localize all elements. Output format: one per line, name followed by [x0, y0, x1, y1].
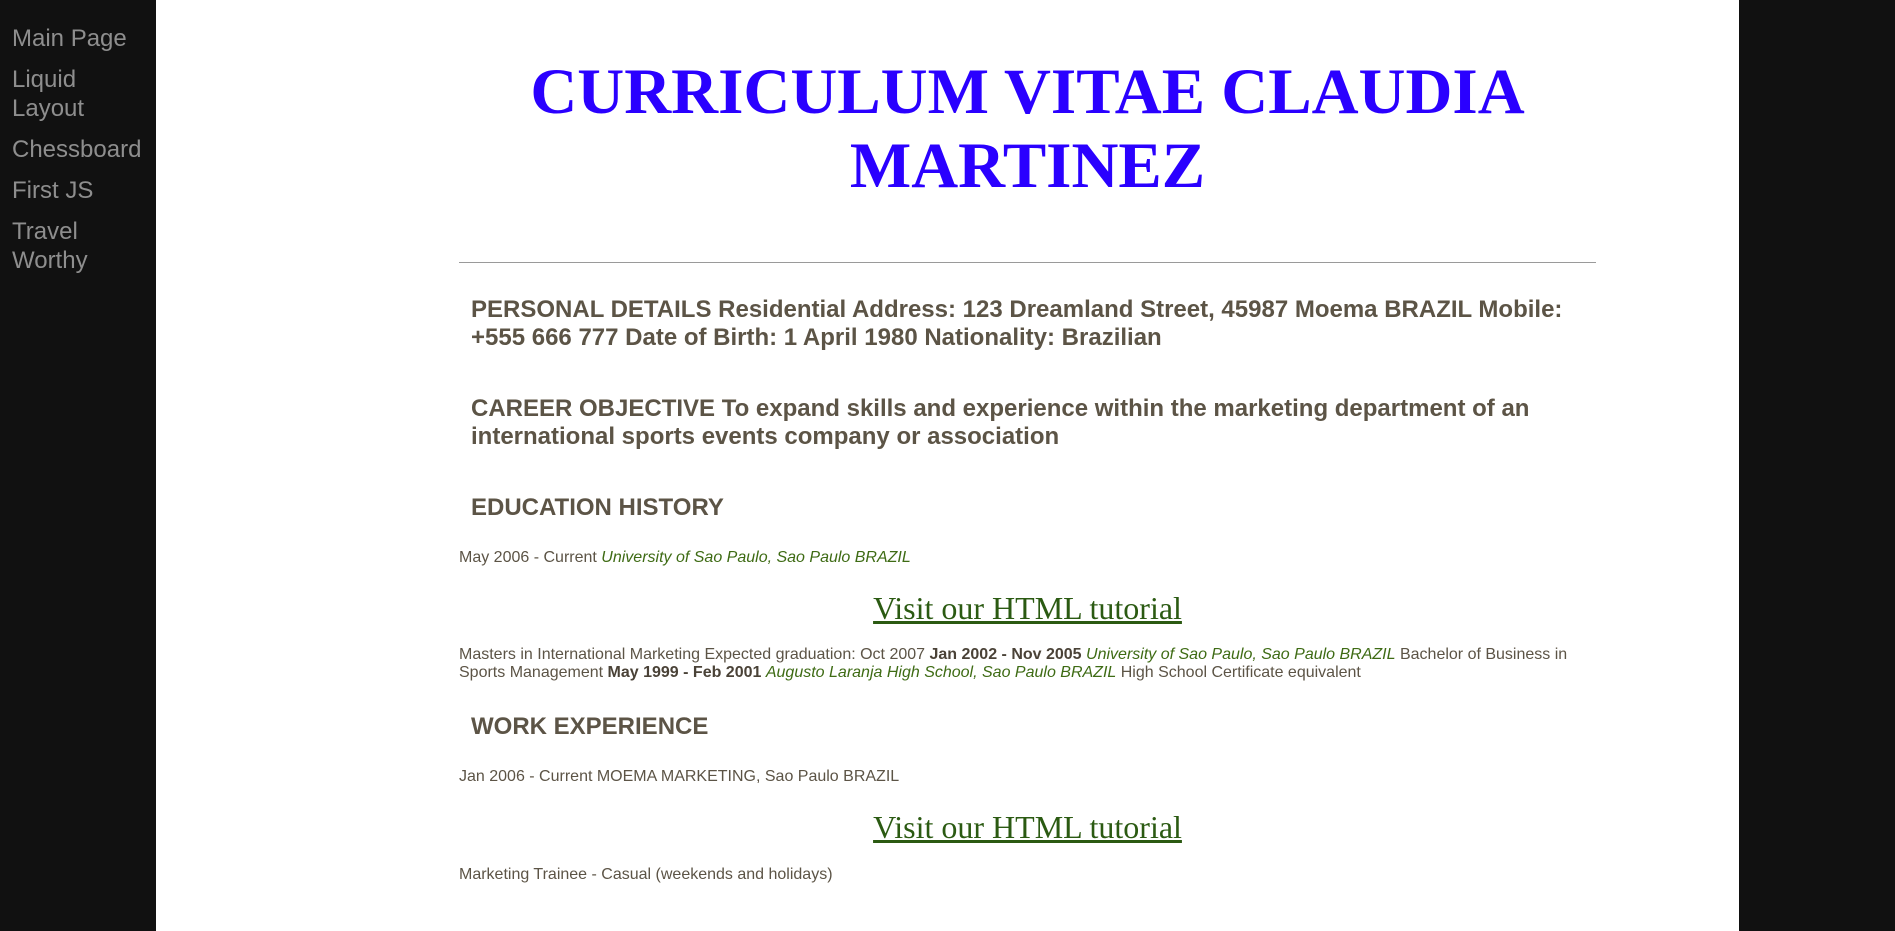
- work-heading: WORK EXPERIENCE: [471, 713, 709, 740]
- masters-text: Masters in International Marketing Expec…: [459, 646, 930, 663]
- title-divider: [459, 262, 1596, 263]
- work-entry: Jan 2006 - Current MOEMA MARKETING, Sao …: [459, 768, 900, 785]
- bachelor-institution: University of Sao Paulo, Sao Paulo BRAZI…: [1086, 646, 1396, 663]
- html-tutorial-link[interactable]: Visit our HTML tutorial: [459, 590, 1596, 626]
- highschool-dates: May 1999 - Feb 2001: [607, 664, 762, 681]
- html-tutorial-link-2[interactable]: Visit our HTML tutorial: [459, 809, 1596, 845]
- education-heading: EDUCATION HISTORY: [471, 494, 724, 521]
- highschool-text: High School Certificate equivalent: [1116, 664, 1361, 681]
- nav-link-travel-worthy[interactable]: Travel Worthy: [0, 217, 104, 275]
- work-role: Marketing Trainee - Casual (weekends and…: [459, 866, 833, 883]
- cv-content: CURRICULUM VITAE CLAUDIA MARTINEZ PERSON…: [459, 0, 1596, 884]
- sidebar-nav: Main Page Liquid Layout Chessboard First…: [0, 0, 156, 931]
- personal-details: PERSONAL DETAILS Residential Address: 12…: [471, 296, 1563, 351]
- nav-link-main-page[interactable]: Main Page: [0, 24, 156, 53]
- education-entry: May 2006 - Current University of Sao Pau…: [459, 549, 1596, 567]
- nav-link-first-js[interactable]: First JS: [0, 176, 156, 205]
- education-date: May 2006 - Current: [459, 549, 602, 566]
- bachelor-dates: Jan 2002 - Nov 2005: [929, 646, 1082, 663]
- highschool-institution: Augusto Laranja High School, Sao Paulo B…: [765, 664, 1117, 681]
- education-details: Masters in International Marketing Expec…: [459, 646, 1596, 682]
- page-canvas: CURRICULUM VITAE CLAUDIA MARTINEZ PERSON…: [156, 0, 1739, 931]
- nav-link-liquid-layout[interactable]: Liquid Layout: [0, 65, 104, 123]
- nav-link-chessboard[interactable]: Chessboard: [0, 135, 156, 164]
- career-objective: CAREER OBJECTIVE To expand skills and ex…: [471, 395, 1530, 450]
- page-title: CURRICULUM VITAE CLAUDIA MARTINEZ: [530, 56, 1525, 202]
- education-institution: University of Sao Paulo, Sao Paulo BRAZI…: [601, 549, 911, 566]
